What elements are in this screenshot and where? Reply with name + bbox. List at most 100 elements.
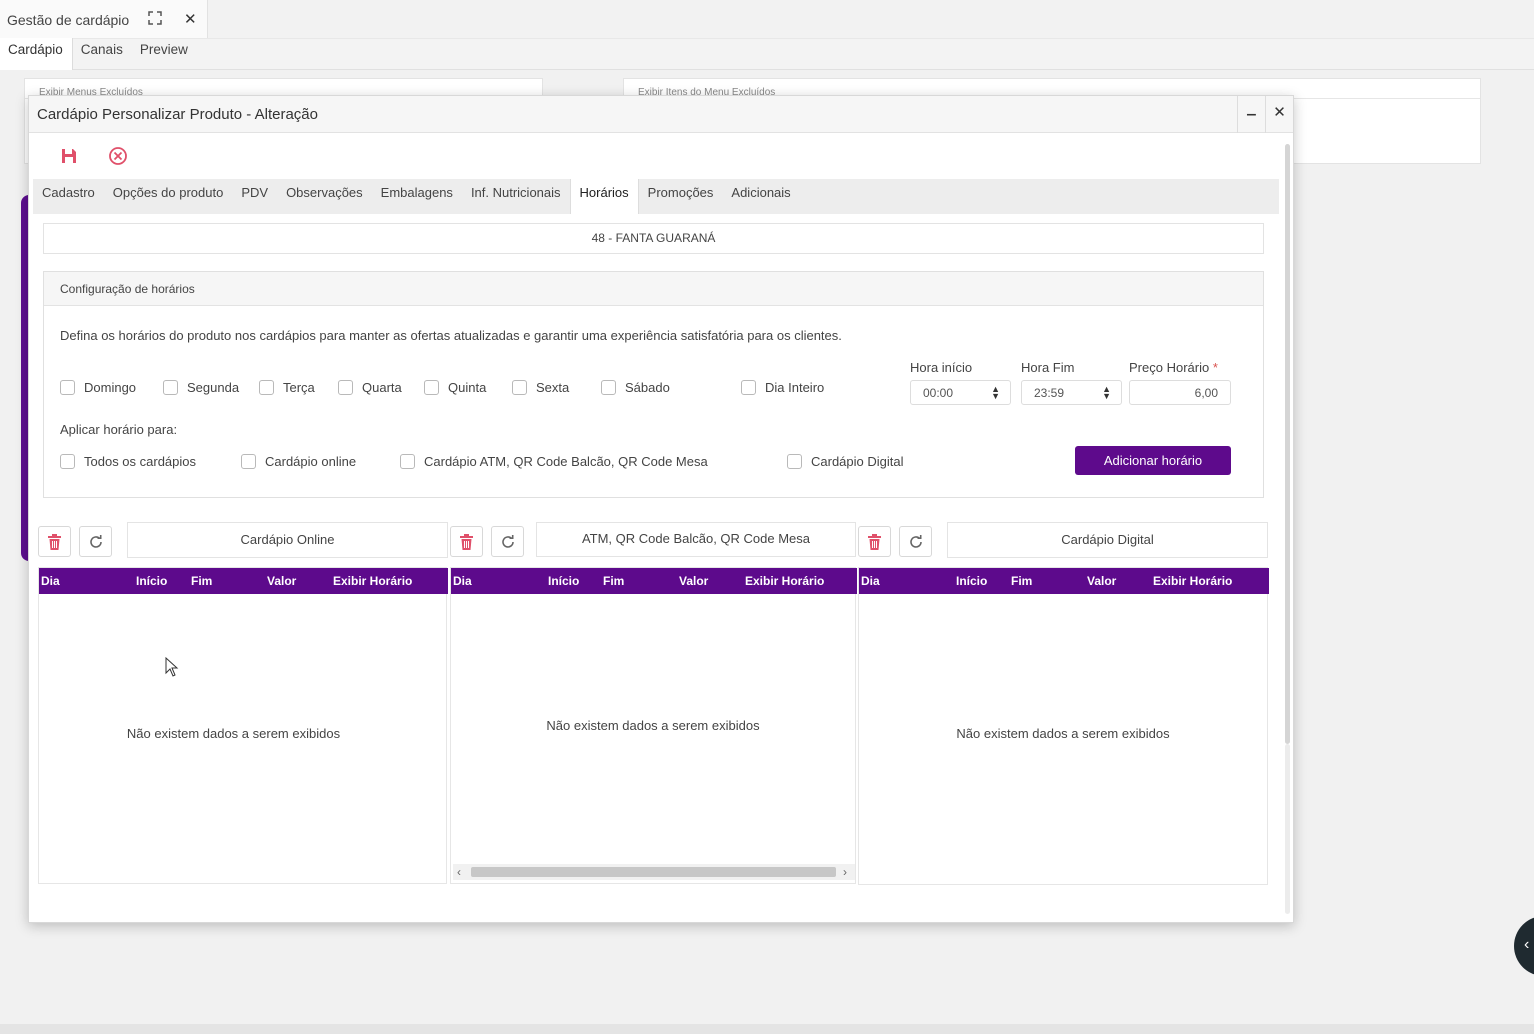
tab-horarios[interactable]: Horários [569, 179, 639, 214]
checkbox-label: Cardápio online [265, 454, 357, 469]
refresh-button[interactable] [79, 526, 112, 557]
spinner-icon[interactable]: ▲ ▼ [991, 385, 1000, 401]
checkbox-sabado[interactable]: Sábado [601, 380, 670, 395]
apply-label: Aplicar horário para: [60, 422, 178, 437]
add-schedule-button[interactable]: Adicionar horário [1075, 446, 1231, 475]
cancel-button[interactable] [106, 144, 130, 168]
tab-preview[interactable]: Preview [132, 38, 197, 70]
checkbox-quinta[interactable]: Quinta [424, 380, 486, 395]
col-inicio[interactable]: Início [548, 574, 579, 588]
col-inicio[interactable]: Início [956, 574, 987, 588]
col-exibir-horario[interactable]: Exibir Horário [745, 574, 824, 588]
required-asterisk: * [1212, 360, 1218, 375]
tab-pdv[interactable]: PDV [232, 179, 277, 214]
schedule-config-panel: Configuração de horários Defina os horár… [43, 271, 1264, 498]
col-fim[interactable]: Fim [603, 574, 624, 588]
modal-close-button[interactable]: ✕ [1265, 96, 1293, 133]
col-inicio[interactable]: Início [136, 574, 167, 588]
grid-cardapio-digital: Dia Início Fim Valor Exibir Horário Não … [858, 567, 1269, 885]
scroll-left-icon[interactable]: ‹ [457, 865, 461, 879]
expand-icon[interactable] [148, 11, 164, 27]
checkbox-label: Dia Inteiro [765, 380, 825, 395]
trash-icon [460, 534, 473, 550]
delete-button[interactable] [858, 526, 891, 557]
checkbox-segunda[interactable]: Segunda [163, 380, 239, 395]
hora-fim-label: Hora Fim [1021, 360, 1075, 375]
col-fim[interactable]: Fim [191, 574, 212, 588]
tab-adicionais[interactable]: Adicionais [722, 179, 799, 214]
checkbox-dia-inteiro[interactable]: Dia Inteiro [741, 380, 824, 395]
scroll-right-icon[interactable]: › [843, 865, 847, 879]
close-icon[interactable]: ✕ [184, 10, 197, 28]
checkbox-box[interactable] [512, 380, 527, 395]
hora-inicio-label: Hora início [910, 360, 973, 375]
tab-canais[interactable]: Canais [73, 38, 132, 70]
refresh-button[interactable] [491, 526, 524, 557]
tab-cardapio[interactable]: Cardápio [0, 38, 73, 70]
checkbox-cardapio-online[interactable]: Cardápio online [241, 454, 356, 469]
mouse-cursor-icon [165, 657, 179, 677]
checkbox-box[interactable] [338, 380, 353, 395]
tab-embalagens[interactable]: Embalagens [372, 179, 462, 214]
app-tab[interactable]: Gestão de cardápio ✕ [0, 0, 208, 40]
checkbox-label: Todos os cardápios [84, 454, 197, 469]
refresh-button[interactable] [899, 526, 932, 557]
col-fim[interactable]: Fim [1011, 574, 1032, 588]
preco-label-text: Preço Horário [1129, 360, 1210, 375]
grid-cardapio-atm: Dia Início Fim Valor Exibir Horário Não … [450, 567, 857, 884]
checkbox-cardapio-digital[interactable]: Cardápio Digital [787, 454, 904, 469]
product-modal: Cardápio Personalizar Produto - Alteraçã… [28, 95, 1294, 923]
tab-inf-nutricionais[interactable]: Inf. Nutricionais [462, 179, 570, 214]
cancel-circle-icon [109, 147, 127, 165]
save-button[interactable] [57, 144, 81, 168]
chevron-left-icon: ‹ [1524, 936, 1530, 953]
checkbox-cardapio-atm[interactable]: Cardápio ATM, QR Code Balcão, QR Code Me… [400, 454, 708, 469]
checkbox-box[interactable] [241, 454, 256, 469]
checkbox-label: Quarta [362, 380, 402, 395]
tab-promocoes[interactable]: Promoções [639, 179, 723, 214]
vertical-scrollbar-thumb[interactable] [1285, 144, 1290, 744]
horizontal-scrollbar[interactable]: ‹ › [453, 864, 855, 880]
scrollbar-thumb[interactable] [471, 867, 836, 877]
col-valor[interactable]: Valor [267, 574, 296, 588]
col-exibir-horario[interactable]: Exibir Horário [1153, 574, 1232, 588]
checkbox-box[interactable] [60, 454, 75, 469]
checkbox-box[interactable] [400, 454, 415, 469]
hora-inicio-input[interactable]: 00:00 ▲ ▼ [910, 380, 1011, 405]
col-dia[interactable]: Dia [453, 574, 472, 588]
checkbox-label: Cardápio Digital [811, 454, 904, 469]
delete-button[interactable] [38, 526, 71, 557]
tab-cadastro[interactable]: Cadastro [33, 179, 104, 214]
checkbox-box[interactable] [259, 380, 274, 395]
grid-header: Dia Início Fim Valor Exibir Horário [39, 568, 448, 594]
vertical-scrollbar-track[interactable] [1285, 744, 1290, 914]
bottom-strip [0, 1024, 1534, 1034]
checkbox-domingo[interactable]: Domingo [60, 380, 136, 395]
outer-tab-bar [0, 38, 1534, 70]
delete-button[interactable] [450, 526, 483, 557]
spinner-icon[interactable]: ▲ ▼ [1102, 385, 1111, 401]
checkbox-box[interactable] [787, 454, 802, 469]
tab-opcoes-produto[interactable]: Opções do produto [104, 179, 233, 214]
checkbox-quarta[interactable]: Quarta [338, 380, 402, 395]
minimize-button[interactable]: ‒ [1237, 96, 1265, 133]
grid-cardapio-online: Dia Início Fim Valor Exibir Horário Não … [38, 567, 448, 884]
checkbox-box[interactable] [60, 380, 75, 395]
checkbox-todos-cardapios[interactable]: Todos os cardápios [60, 454, 196, 469]
checkbox-box[interactable] [601, 380, 616, 395]
col-dia[interactable]: Dia [41, 574, 60, 588]
checkbox-sexta[interactable]: Sexta [512, 380, 569, 395]
checkbox-box[interactable] [424, 380, 439, 395]
checkbox-box[interactable] [741, 380, 756, 395]
col-valor[interactable]: Valor [679, 574, 708, 588]
preco-horario-input[interactable]: 6,00 [1129, 380, 1231, 405]
checkbox-terca[interactable]: Terça [259, 380, 315, 395]
col-valor[interactable]: Valor [1087, 574, 1116, 588]
hora-fim-input[interactable]: 23:59 ▲ ▼ [1021, 380, 1122, 405]
refresh-icon [502, 535, 514, 548]
col-dia[interactable]: Dia [861, 574, 880, 588]
checkbox-box[interactable] [163, 380, 178, 395]
col-exibir-horario[interactable]: Exibir Horário [333, 574, 412, 588]
tab-observacoes[interactable]: Observações [277, 179, 372, 214]
list-title-digital: Cardápio Digital [947, 522, 1268, 558]
